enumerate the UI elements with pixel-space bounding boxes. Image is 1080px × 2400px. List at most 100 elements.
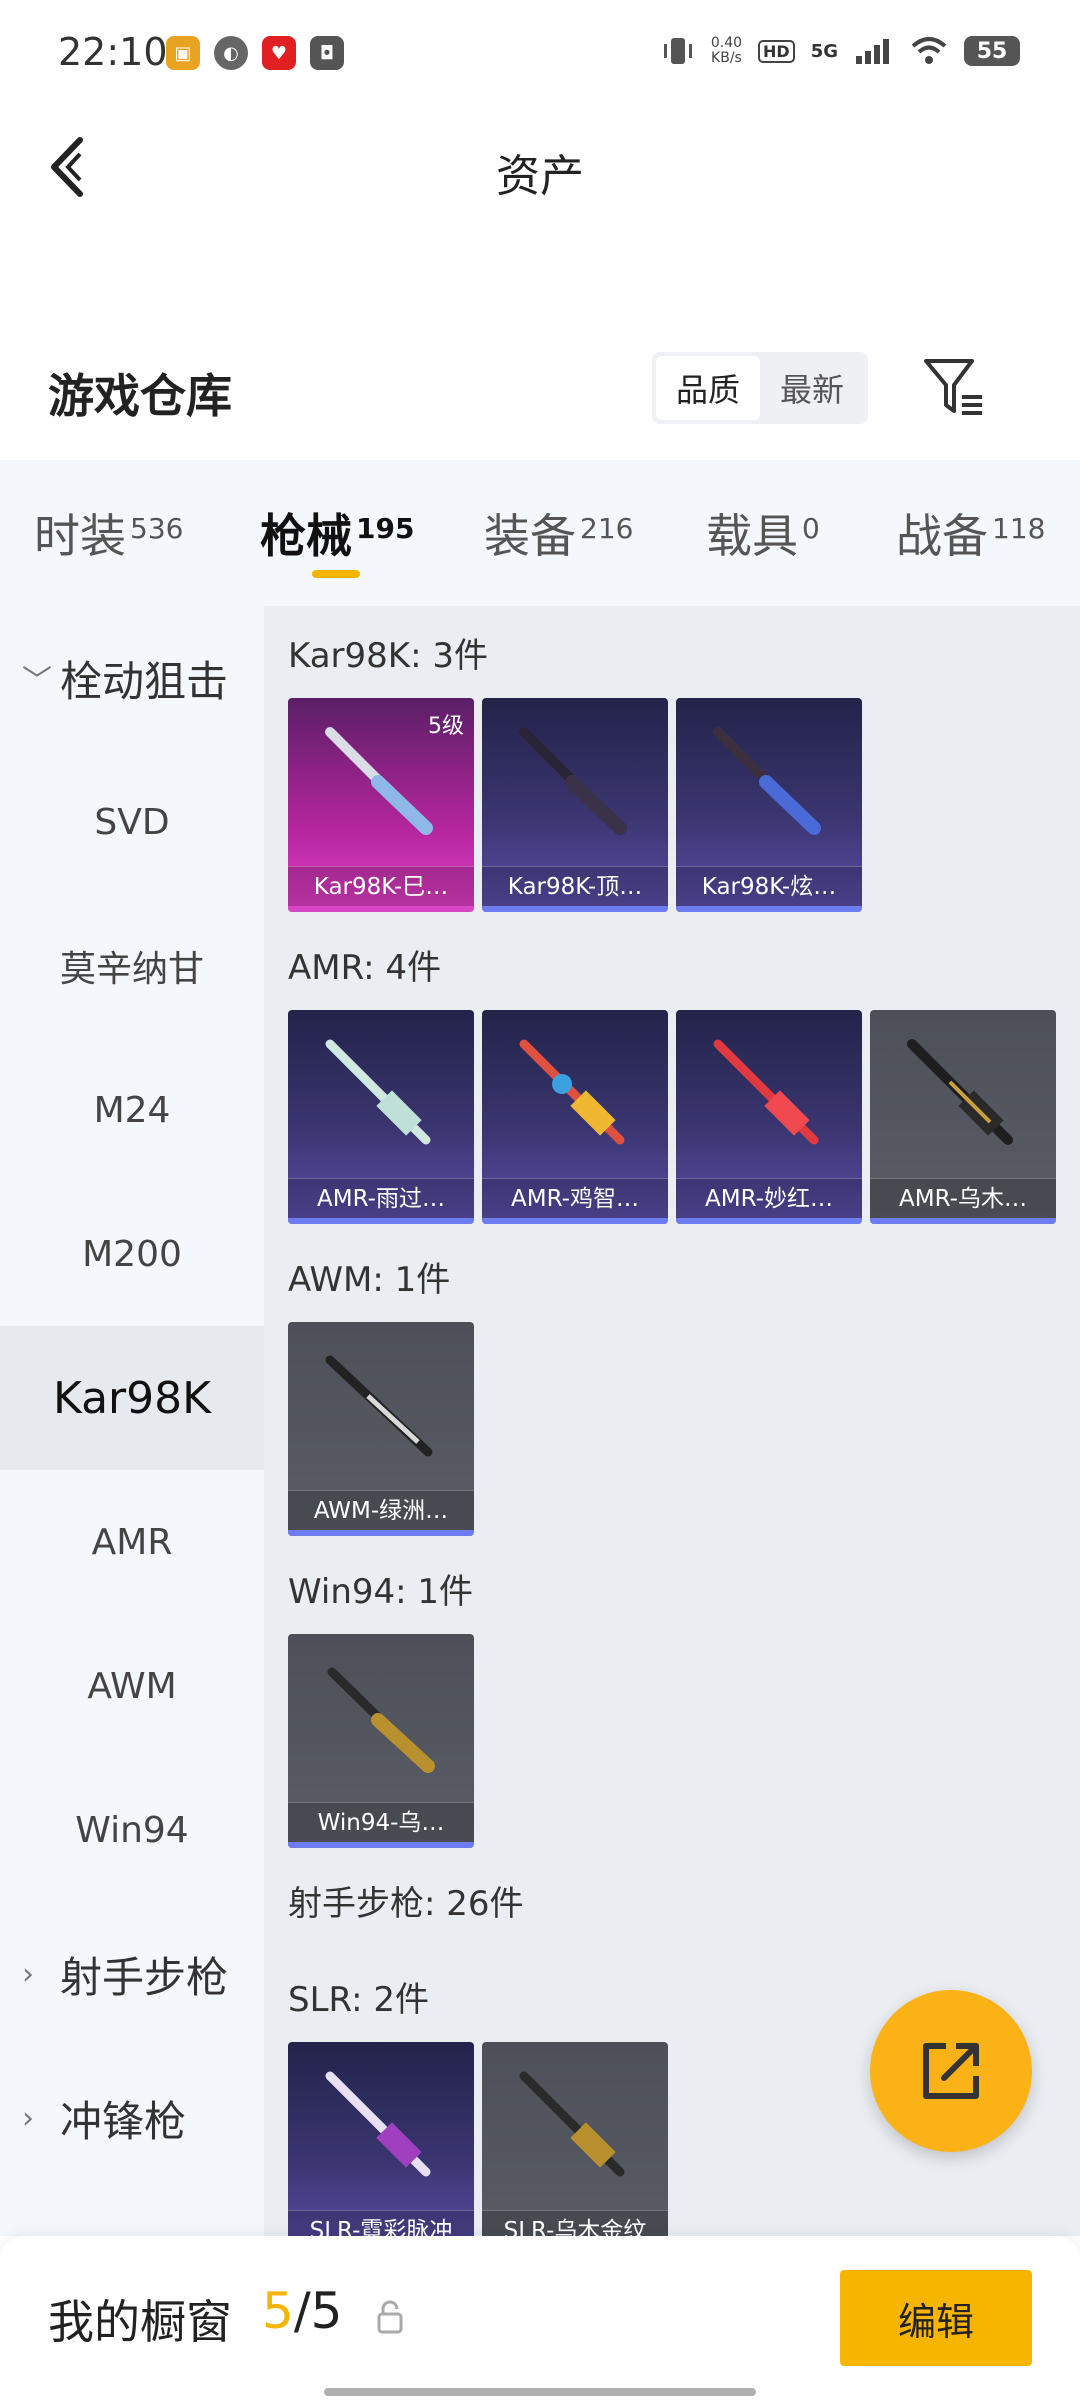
category-tabs: 时装 536 枪械 195 装备 216 载具 0 战备 118 bbox=[0, 460, 1080, 606]
sidebar-item-awm[interactable]: AWM bbox=[0, 1614, 264, 1758]
weapon-type-sidebar: ﹀ 栓动狙击 SVD 莫辛纳甘 M24 M200 Kar98K AMR AWM … bbox=[0, 606, 264, 2236]
filter-icon[interactable] bbox=[922, 355, 986, 417]
quality-bar bbox=[676, 906, 862, 912]
group-title: AWM: 1件 bbox=[288, 1260, 451, 1300]
tab-label: 战备 bbox=[896, 509, 988, 563]
showcase-current: 5 bbox=[262, 2282, 294, 2340]
chevron-right-icon: › bbox=[22, 2100, 34, 2136]
network-speed: 0.40 KB/s bbox=[711, 36, 742, 66]
rifle-icon bbox=[907, 1039, 1013, 1145]
sidebar-group-bolt-action[interactable]: ﹀ 栓动狙击 bbox=[0, 606, 264, 750]
tab-count: 536 bbox=[130, 512, 184, 545]
tab-label: 时装 bbox=[34, 509, 126, 563]
sort-option-quality[interactable]: 品质 bbox=[656, 356, 760, 420]
signal-icon bbox=[856, 39, 889, 64]
tab-label: 载具 bbox=[706, 509, 798, 563]
quality-bar bbox=[288, 906, 474, 912]
network-speed-value: 0.40 bbox=[710, 35, 743, 51]
page-title: 资产 bbox=[496, 151, 584, 202]
sidebar-group-smg[interactable]: › 冲锋枪 bbox=[0, 2046, 264, 2190]
quality-bar bbox=[676, 1218, 862, 1224]
weapon-card[interactable]: AMR-鸡智… bbox=[482, 1010, 668, 1224]
group-title: SLR: 2件 bbox=[288, 1980, 429, 2020]
group-title: Win94: 1件 bbox=[288, 1572, 474, 1612]
section-title: 游戏仓库 bbox=[48, 369, 232, 423]
sidebar-group-label: 栓动狙击 bbox=[60, 656, 229, 706]
rifle-icon bbox=[519, 2071, 625, 2177]
share-icon bbox=[923, 2043, 979, 2099]
card-label: AMR-鸡智… bbox=[482, 1178, 668, 1218]
tab-count: 118 bbox=[992, 512, 1046, 545]
hd-badge: HD bbox=[758, 39, 795, 63]
weapon-card[interactable]: Kar98K-顶… bbox=[482, 698, 668, 912]
card-label: Kar98K-巳… bbox=[288, 866, 474, 906]
group-title: AMR: 4件 bbox=[288, 948, 442, 988]
battery-level: 55 bbox=[976, 38, 1008, 64]
quality-bar bbox=[482, 906, 668, 912]
rifle-icon bbox=[325, 2071, 431, 2177]
weapon-card[interactable]: Kar98K-炫… bbox=[676, 698, 862, 912]
tab-weapons[interactable]: 枪械 195 bbox=[260, 500, 414, 566]
card-label: AMR-妙红… bbox=[676, 1178, 862, 1218]
status-time: 22:10 bbox=[58, 30, 168, 74]
weapon-card[interactable]: AMR-雨过… bbox=[288, 1010, 474, 1224]
sidebar-group-label: 冲锋枪 bbox=[60, 2096, 187, 2146]
home-indicator[interactable] bbox=[324, 2388, 756, 2396]
app-notification-icon: ◐ bbox=[214, 36, 248, 70]
sidebar-item-m200[interactable]: M200 bbox=[0, 1182, 264, 1326]
app-notification-icon: ◘ bbox=[310, 36, 344, 70]
showcase-bar: 我的橱窗 5/5 编辑 bbox=[0, 2236, 1080, 2400]
quality-bar bbox=[482, 1218, 668, 1224]
tab-label: 装备 bbox=[484, 509, 576, 563]
weapon-card[interactable]: Win94-乌… bbox=[288, 1634, 474, 1848]
battery-icon: 55 bbox=[964, 36, 1020, 66]
chevron-down-icon: ﹀ bbox=[22, 664, 52, 699]
status-indicators: 0.40 KB/s HD 5G 55 bbox=[661, 34, 1020, 68]
card-label: SLR-霓彩脉冲 bbox=[288, 2210, 474, 2236]
group-title: Kar98K: 3件 bbox=[288, 636, 488, 676]
weapon-card[interactable]: 5级 Kar98K-巳… bbox=[288, 698, 474, 912]
sidebar-item-win94[interactable]: Win94 bbox=[0, 1758, 264, 1902]
card-label: Win94-乌… bbox=[288, 1802, 474, 1842]
app-notification-icon: ▣ bbox=[166, 36, 200, 70]
sidebar-item-kar98k[interactable]: Kar98K bbox=[0, 1326, 264, 1470]
tab-count: 216 bbox=[580, 512, 634, 545]
rifle-icon bbox=[325, 1355, 433, 1457]
tab-equipment[interactable]: 装备 216 bbox=[484, 500, 633, 566]
tab-supplies[interactable]: 战备 118 bbox=[896, 500, 1045, 566]
rifle-icon bbox=[519, 1039, 625, 1145]
card-label: AMR-乌木… bbox=[870, 1178, 1056, 1218]
weapon-card[interactable]: AWM-绿洲… bbox=[288, 1322, 474, 1536]
chevron-right-icon: › bbox=[22, 1956, 34, 1992]
rifle-icon bbox=[713, 1039, 819, 1145]
tab-label: 枪械 bbox=[260, 509, 352, 563]
lock-icon bbox=[377, 2300, 403, 2334]
weapon-card[interactable]: AMR-妙红… bbox=[676, 1010, 862, 1224]
card-label: AMR-雨过… bbox=[288, 1178, 474, 1218]
app-notification-icon: ♥ bbox=[262, 36, 296, 70]
share-button[interactable] bbox=[870, 1990, 1032, 2152]
network-speed-unit: KB/s bbox=[711, 50, 742, 66]
sort-option-newest[interactable]: 最新 bbox=[760, 356, 864, 420]
card-label: Kar98K-顶… bbox=[482, 866, 668, 906]
sidebar-group-label: 射手步枪 bbox=[60, 1952, 229, 2002]
quality-bar bbox=[288, 1218, 474, 1224]
vibrate-icon bbox=[663, 38, 692, 64]
network-type: 5G bbox=[810, 40, 838, 62]
sidebar-item-m24[interactable]: M24 bbox=[0, 1038, 264, 1182]
weapon-card[interactable]: AMR-乌木… bbox=[870, 1010, 1056, 1224]
showcase-label: 我的橱窗 bbox=[48, 2295, 232, 2349]
sidebar-item-svd[interactable]: SVD bbox=[0, 750, 264, 894]
sidebar-item-mosin[interactable]: 莫辛纳甘 bbox=[0, 894, 264, 1038]
weapon-card[interactable]: SLR-乌木金纹 bbox=[482, 2042, 668, 2236]
sort-toggle[interactable]: 品质 最新 bbox=[652, 352, 868, 424]
weapon-card[interactable]: SLR-霓彩脉冲 bbox=[288, 2042, 474, 2236]
sidebar-group-marksman[interactable]: › 射手步枪 bbox=[0, 1902, 264, 2046]
edit-button[interactable]: 编辑 bbox=[840, 2270, 1032, 2366]
rifle-icon bbox=[519, 727, 627, 835]
showcase-separator: / bbox=[293, 2282, 311, 2340]
sidebar-item-amr[interactable]: AMR bbox=[0, 1470, 264, 1614]
rifle-icon bbox=[325, 1039, 431, 1145]
tab-fashion[interactable]: 时装 536 bbox=[34, 500, 183, 566]
tab-vehicles[interactable]: 载具 0 bbox=[706, 500, 820, 566]
